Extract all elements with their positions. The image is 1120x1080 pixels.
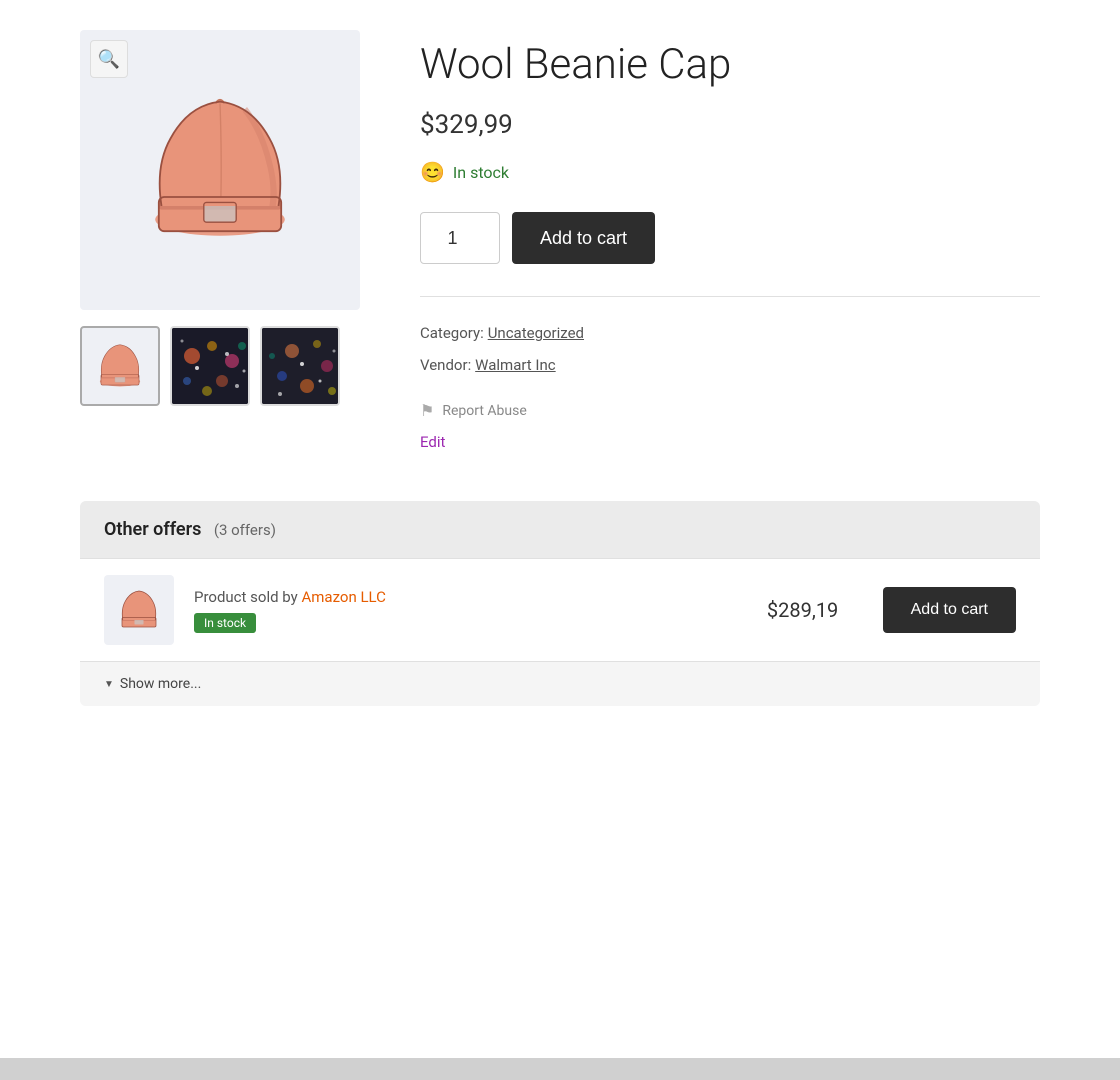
product-details: Wool Beanie Cap $329,99 😊 In stock Add t… bbox=[420, 30, 1040, 451]
add-to-cart-button[interactable]: Add to cart bbox=[512, 212, 655, 264]
product-section: 🔍 bbox=[80, 30, 1040, 451]
offer-price: $289,19 bbox=[743, 598, 863, 622]
report-abuse-label: Report Abuse bbox=[442, 403, 526, 419]
product-images: 🔍 bbox=[80, 30, 360, 451]
stock-label: In stock bbox=[453, 163, 509, 182]
edit-link[interactable]: Edit bbox=[420, 433, 445, 451]
offer-row: Product sold by Amazon LLC In stock $289… bbox=[80, 558, 1040, 661]
offer-thumb-image bbox=[114, 585, 164, 635]
show-more-label: Show more... bbox=[120, 676, 201, 692]
offer-thumbnail bbox=[104, 575, 174, 645]
offer-add-to-cart-button[interactable]: Add to cart bbox=[883, 587, 1016, 633]
vendor-row: Vendor: Walmart Inc bbox=[420, 349, 1040, 381]
category-label: Category: bbox=[420, 324, 484, 342]
product-price: $329,99 bbox=[420, 110, 1040, 140]
other-offers-header: Other offers (3 offers) bbox=[80, 501, 1040, 558]
thumbnail-3[interactable] bbox=[260, 326, 340, 406]
show-more-row[interactable]: ▼ Show more... bbox=[80, 661, 1040, 706]
report-abuse-link[interactable]: ⚑ Report Abuse bbox=[420, 401, 1040, 420]
offer-info: Product sold by Amazon LLC In stock bbox=[194, 588, 723, 633]
thumbnail-row bbox=[80, 326, 360, 406]
main-image-container: 🔍 bbox=[80, 30, 360, 310]
vendor-link[interactable]: Walmart Inc bbox=[475, 356, 555, 374]
category-link[interactable]: Uncategorized bbox=[488, 324, 584, 342]
quantity-input[interactable] bbox=[420, 212, 500, 264]
seller-link[interactable]: Amazon LLC bbox=[301, 588, 385, 606]
product-divider bbox=[420, 296, 1040, 297]
product-meta: Category: Uncategorized Vendor: Walmart … bbox=[420, 317, 1040, 381]
thumbnail-2[interactable] bbox=[170, 326, 250, 406]
add-to-cart-row: Add to cart bbox=[420, 212, 1040, 264]
stock-status: 😊 In stock bbox=[420, 160, 1040, 184]
other-offers-section: Other offers (3 offers) Product sold by … bbox=[80, 501, 1040, 706]
offers-count: (3 offers) bbox=[214, 521, 276, 539]
category-row: Category: Uncategorized bbox=[420, 317, 1040, 349]
offer-in-stock-badge: In stock bbox=[194, 613, 256, 633]
vendor-label: Vendor: bbox=[420, 356, 471, 374]
other-offers-title: Other offers bbox=[104, 519, 201, 540]
thumbnail-3-image bbox=[262, 326, 338, 406]
thumbnail-1-image bbox=[92, 338, 148, 394]
product-title: Wool Beanie Cap bbox=[420, 40, 1040, 90]
thumbnail-1[interactable] bbox=[80, 326, 160, 406]
sold-by-text: Product sold by bbox=[194, 588, 298, 606]
product-main-image bbox=[130, 80, 310, 260]
footer-bar bbox=[0, 1058, 1120, 1080]
zoom-button[interactable]: 🔍 bbox=[90, 40, 128, 78]
triangle-icon: ▼ bbox=[104, 679, 114, 690]
thumbnail-2-image bbox=[172, 326, 248, 406]
stock-icon: 😊 bbox=[420, 160, 445, 184]
zoom-icon: 🔍 bbox=[98, 49, 120, 70]
offer-seller-text: Product sold by Amazon LLC bbox=[194, 588, 723, 606]
flag-icon: ⚑ bbox=[420, 401, 434, 420]
